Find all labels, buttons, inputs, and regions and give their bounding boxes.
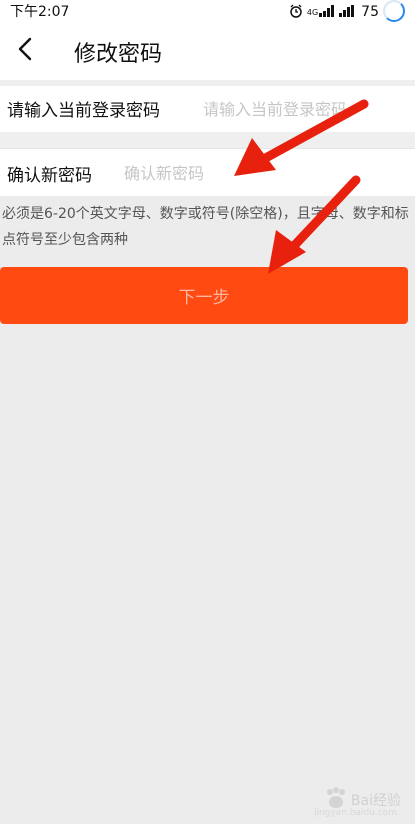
current-password-label: 请输入当前登录密码 bbox=[7, 101, 160, 121]
battery-level: 75 bbox=[361, 4, 379, 20]
alarm-icon bbox=[289, 4, 303, 21]
baidu-watermark: Bai经验 jingyan.baidu.com bbox=[314, 786, 401, 818]
divider bbox=[0, 132, 415, 148]
confirm-password-label: 确认新密码 bbox=[7, 166, 92, 186]
header-bar: 修改密码 bbox=[0, 22, 415, 80]
battery-ring-icon bbox=[383, 0, 405, 22]
confirm-password-input[interactable] bbox=[124, 161, 409, 185]
chevron-left-icon bbox=[17, 37, 33, 65]
confirm-password-row: 确认新密码 bbox=[0, 148, 415, 196]
status-bar: 下午2:07 4G 75 bbox=[0, 0, 415, 22]
password-rule-hint: 必须是6-20个英文字母、数字或符号(除空格)，且字母、数字和标点符号至少包含两… bbox=[2, 206, 409, 248]
next-step-button[interactable]: 下一步 bbox=[0, 267, 408, 324]
current-password-input[interactable] bbox=[203, 97, 415, 121]
back-button[interactable] bbox=[8, 34, 42, 68]
network-label: 4G bbox=[306, 7, 319, 17]
status-time: 下午2:07 bbox=[10, 4, 70, 20]
signal-icon bbox=[319, 4, 335, 20]
hd-signal-icon bbox=[339, 4, 355, 20]
current-password-row: 请输入当前登录密码 bbox=[0, 86, 415, 132]
watermark-subtext: jingyan.baidu.com bbox=[313, 808, 397, 818]
watermark-text: Bai经验 bbox=[350, 793, 401, 809]
status-icons: 4G 75 bbox=[289, 0, 405, 23]
page-title: 修改密码 bbox=[74, 42, 163, 67]
